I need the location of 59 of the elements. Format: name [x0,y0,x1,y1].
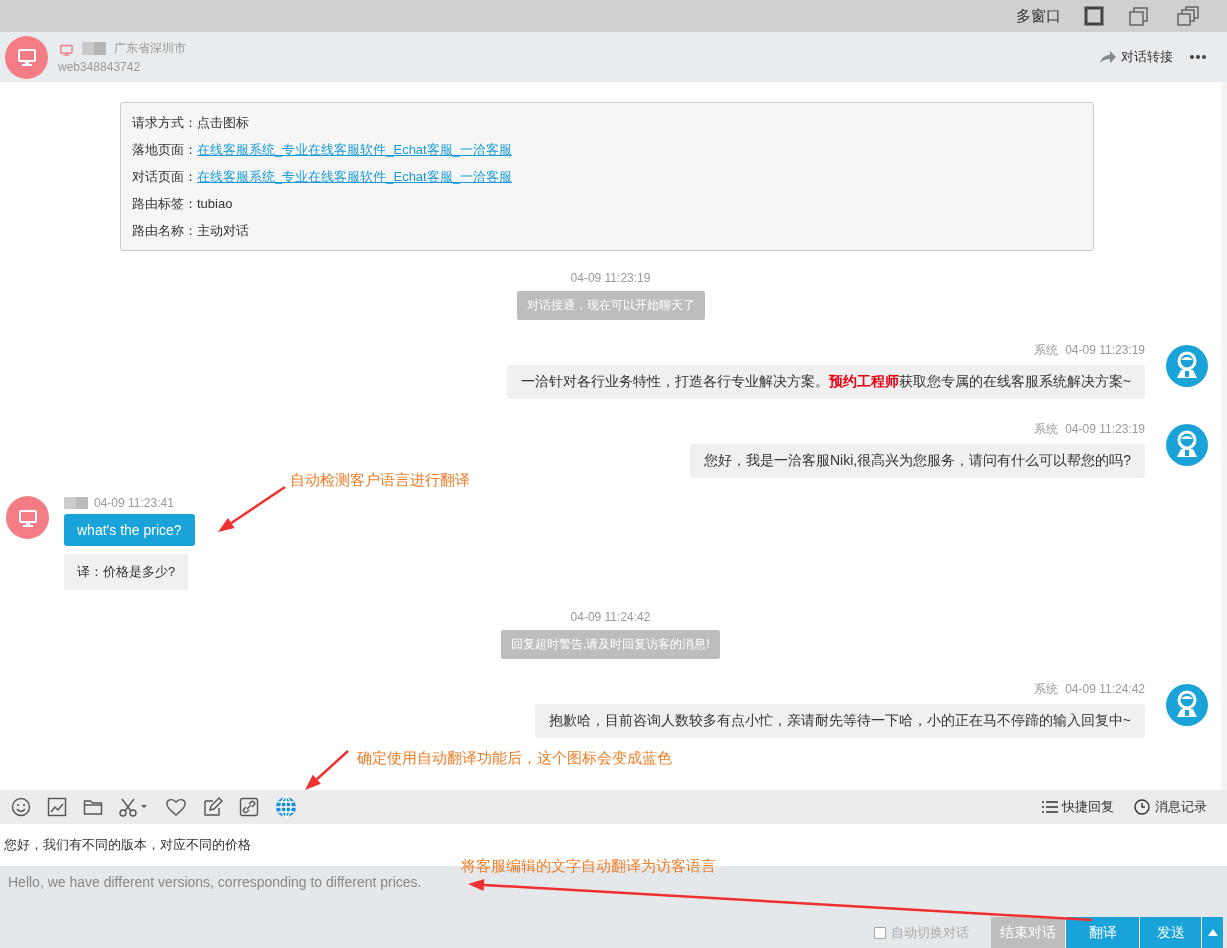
agent-message: 一洽针对各行业务特性，打造各行专业解决方案。预约工程师获取您专属的在线客服系统解决方案~ [506,365,1145,399]
dropdown-button[interactable] [1201,917,1223,948]
heart-icon[interactable] [165,797,187,817]
timestamp: 04-09 11:24:42 [569,610,652,624]
blurred-name [82,42,106,55]
restore-icon[interactable] [1175,5,1201,27]
scissors-icon[interactable] [119,797,149,817]
system-notice: 回复超时警告,请及时回复访客的消息! [501,630,720,659]
message-meta: 系统 04-09 11:23:19 [1034,421,1145,438]
page-link[interactable]: 在线客服系统_专业在线客服软件_Echat客服_一洽客服 [197,167,512,186]
blurred-name [64,497,88,509]
page-link[interactable]: 在线客服系统_专业在线客服软件_Echat客服_一洽客服 [197,140,512,159]
info-label: 落地页面： [132,140,197,159]
message-time: 04-09 11:23:41 [94,496,174,510]
image-icon[interactable] [47,797,67,817]
auto-switch-checkbox[interactable]: 自动切换对话 [874,917,969,948]
share-arrow-icon [1099,50,1117,64]
message-history-button[interactable]: 消息记录 [1134,798,1207,816]
info-label: 对话页面： [132,167,197,186]
annotation-arrow [218,485,286,532]
visitor-location: 广东省深圳市 [114,40,186,57]
visitor-id: web348843742 [58,60,142,74]
more-icon[interactable] [1189,54,1207,60]
info-value: 点击图标 [197,113,249,132]
transfer-button[interactable]: 对话转接 [1099,48,1173,66]
action-button[interactable]: 翻译 [1065,917,1139,948]
message-meta: 系统 04-09 11:24:42 [1034,681,1145,698]
annotation-arrow [305,750,349,790]
message-meta: 系统 04-09 11:23:19 [1034,342,1145,359]
visitor-message: what's the price? [64,514,195,546]
info-value: 主动对话 [197,221,249,240]
quick-reply-button[interactable]: 快捷回复 [1041,798,1114,816]
translated-message: 译：价格是多少? [64,554,189,590]
action-button[interactable]: 发送 [1139,917,1201,948]
maximize-icon[interactable] [1083,5,1105,27]
pencil-icon[interactable] [203,797,223,817]
caret-up-icon [1207,929,1218,936]
clock-icon [1134,799,1151,815]
link-icon[interactable] [239,797,259,817]
smiley-icon[interactable] [11,797,31,817]
annotation-text: 自动检测客户语言进行翻译 [290,471,470,490]
annotation-text: 确定使用自动翻译功能后，这个图标会变成蓝色 [357,749,672,768]
checkbox[interactable] [874,926,886,939]
agent-avatar-icon [1166,424,1208,466]
system-notice: 对话接通，现在可以开始聊天了 [516,291,705,320]
list-icon [1041,799,1058,815]
info-label: 请求方式： [132,113,197,132]
agent-message: 您好，我是一洽客服Niki,很高兴为您服务，请问有什么可以帮您的吗? [690,444,1145,478]
info-label: 路由名称： [132,221,197,240]
multi-window-label[interactable]: 多窗口 [1016,6,1061,26]
globe-icon[interactable] [275,796,297,818]
agent-message: 抱歉哈，目前咨询人数较多有点小忙，亲请耐先等待一下哈，小的正在马不停蹄的输入回复中~ [534,704,1145,738]
end-chat-button[interactable]: 结束对话 [991,917,1065,948]
info-value: tubiao [197,196,233,211]
info-label: 路由标签： [132,194,197,213]
agent-avatar-icon [1166,345,1208,387]
agent-avatar-icon [1166,684,1208,726]
folder-icon[interactable] [83,797,103,817]
timestamp: 04-09 11:23:19 [569,271,652,285]
